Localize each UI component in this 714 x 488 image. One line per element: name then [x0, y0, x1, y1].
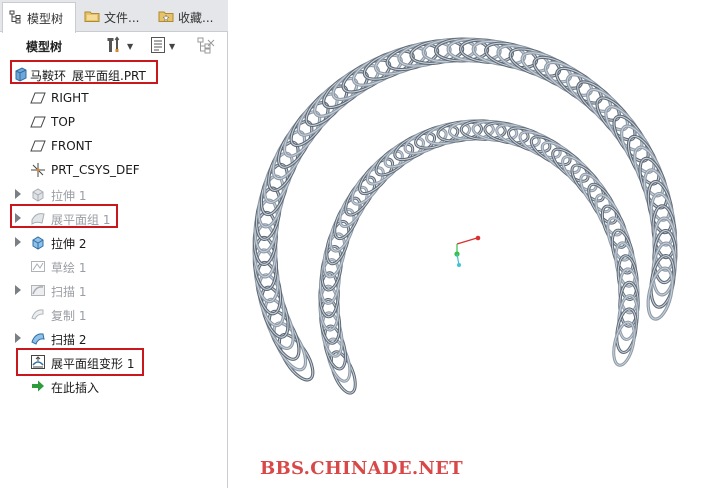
tree-item-label: 在此插入	[51, 381, 100, 395]
spring-model	[252, 37, 678, 395]
tree-item-extrude-1[interactable]: 拉伸 1	[0, 182, 228, 206]
expand-arrow-icon[interactable]	[15, 189, 21, 199]
tree-item-extrude-2[interactable]: 拉伸 2	[0, 230, 228, 254]
highlight-box-root	[10, 60, 158, 84]
tree-item-label: RIGHT	[51, 91, 89, 105]
tree-filter-icon	[150, 36, 166, 57]
sweep-icon	[30, 330, 46, 346]
navigator-tabbar: 模型树 文件... 收藏...	[0, 0, 228, 33]
favorites-icon	[158, 9, 174, 26]
highlight-box-flatten-quilt	[10, 204, 118, 228]
tab-label: 收藏...	[178, 10, 214, 25]
tree-item-label: FRONT	[51, 139, 92, 153]
tree-item-label: 复制 1	[51, 309, 87, 323]
tab-favorites[interactable]: 收藏...	[152, 2, 224, 32]
model-tree-toolbar: 模型树 ▼ ▼	[0, 32, 228, 60]
settings-icon	[106, 35, 124, 57]
tree-item-label: 拉伸 1	[51, 189, 87, 203]
tree-item-label: 扫描 2	[51, 333, 87, 347]
watermark-text: BBS.CHINADE.NET	[260, 458, 463, 479]
datum-plane-icon	[30, 138, 46, 154]
show-hide-icon	[196, 36, 216, 57]
tree-item-right-plane[interactable]: RIGHT	[0, 86, 228, 110]
insert-here-icon	[30, 378, 46, 394]
tree-item-label: 草绘 1	[51, 261, 87, 275]
csys-icon	[30, 162, 46, 178]
tree-item-sketch-1[interactable]: 草绘 1	[0, 254, 228, 278]
folder-icon	[84, 9, 100, 26]
chevron-down-icon: ▼	[127, 41, 134, 51]
tab-label: 文件...	[104, 10, 140, 25]
tree-item-copy-1[interactable]: 复制 1	[0, 302, 228, 326]
tree-filter-button[interactable]: ▼	[150, 36, 175, 56]
copy-icon	[30, 306, 46, 322]
expand-arrow-icon[interactable]	[15, 285, 21, 295]
tree-item-sweep-2[interactable]: 扫描 2	[0, 326, 228, 350]
datum-plane-icon	[30, 114, 46, 130]
settings-button[interactable]: ▼	[106, 35, 134, 57]
coil-turn	[610, 228, 635, 275]
tree-item-front-plane[interactable]: FRONT	[0, 134, 228, 158]
coil-turn	[606, 216, 632, 262]
show-hide-button[interactable]	[196, 36, 216, 56]
tree-item-top-plane[interactable]: TOP	[0, 110, 228, 134]
tab-files[interactable]: 文件...	[78, 2, 150, 32]
tab-model-tree[interactable]: 模型树	[2, 2, 76, 33]
tree-item-insert-here[interactable]: 在此插入	[0, 374, 228, 398]
model-tree-panel: 模型树 文件... 收藏... 模型树 ▼ ▼ 马鞍环_展平面组.PRT RIG…	[0, 0, 228, 488]
expand-arrow-icon[interactable]	[15, 333, 21, 343]
expand-arrow-icon[interactable]	[15, 237, 21, 247]
coil-turn	[326, 337, 352, 383]
toolbar-title: 模型树	[26, 40, 63, 54]
datum-plane-icon	[30, 90, 46, 106]
extrude-icon	[30, 234, 46, 250]
sketch-icon	[30, 258, 46, 274]
graphics-viewport[interactable]: BBS.CHINADE.NET	[229, 0, 714, 488]
chevron-down-icon: ▼	[169, 41, 176, 51]
highlight-box-flatten-deform	[16, 348, 144, 376]
extrude-icon	[30, 186, 46, 202]
tab-label: 模型树	[27, 11, 64, 26]
sweep-icon	[30, 282, 46, 298]
tree-item-csys[interactable]: PRT_CSYS_DEF	[0, 158, 228, 182]
tree-item-label: PRT_CSYS_DEF	[51, 163, 140, 177]
tree-item-label: TOP	[51, 115, 76, 129]
csys-triad	[454, 235, 481, 267]
tree-item-sweep-1[interactable]: 扫描 1	[0, 278, 228, 302]
tree-item-label: 扫描 1	[51, 285, 87, 299]
inner-spring-coil	[318, 119, 640, 395]
model-tree-icon	[9, 10, 23, 27]
tree-item-label: 拉伸 2	[51, 237, 87, 251]
